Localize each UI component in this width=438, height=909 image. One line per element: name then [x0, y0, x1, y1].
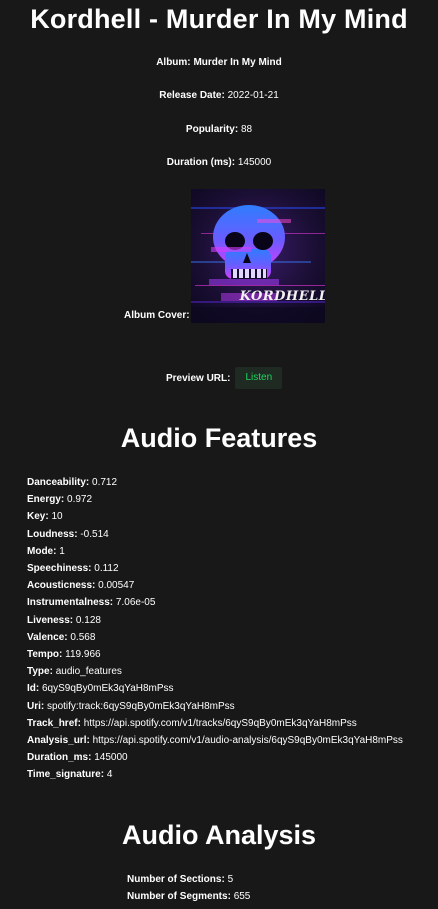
- feature-key: Id:: [27, 683, 40, 695]
- preview-url-label: Preview URL:: [166, 372, 231, 384]
- feature-key: Key:: [27, 511, 49, 523]
- popularity-label: Popularity:: [185, 124, 239, 135]
- feature-row: Speechiness: 0.112: [27, 560, 403, 577]
- segments-label: Number of Segments:: [127, 891, 231, 903]
- feature-row: Loudness: -0.514: [27, 526, 403, 543]
- segments-value: 655: [233, 891, 251, 903]
- feature-key: Tempo:: [27, 649, 63, 661]
- feature-row: Analysis_url: https://api.spotify.com/v1…: [27, 732, 403, 749]
- album-cover-art: KORDHELL: [190, 189, 325, 323]
- feature-row: Energy: 0.972: [27, 491, 403, 508]
- feature-key: Danceability:: [27, 477, 90, 488]
- popularity-value: 88: [240, 124, 253, 135]
- feature-value: 0.128: [75, 614, 101, 626]
- album-cover-image: KORDHELL: [190, 189, 325, 323]
- feature-value: 0.112: [94, 563, 119, 575]
- feature-key: Instrumentalness:: [27, 597, 114, 609]
- feature-row: Type: audio_features: [27, 663, 403, 680]
- track-title: Kordhell - Murder In My Mind: [30, 4, 408, 34]
- feature-value: 145000: [94, 752, 128, 764]
- feature-value: 119.966: [65, 649, 101, 661]
- album-cover-row: Album Cover: KORDHELL: [124, 189, 325, 323]
- feature-value: 4: [106, 769, 113, 781]
- popularity-row: Popularity: 88: [0, 123, 438, 136]
- feature-row: Uri: spotify:track:6qyS9qBy0mEk3qYaH8mPs…: [27, 698, 403, 715]
- feature-value: 6qyS9qBy0mEk3qYaH8mPss: [42, 683, 174, 695]
- audio-features-list: Danceability: 0.712 Energy: 0.972 Key: 10 L…: [27, 474, 403, 784]
- segments-row: Number of Segments: 655: [127, 888, 250, 905]
- album-row: Album: Murder In My Mind: [0, 56, 438, 69]
- feature-key: Analysis_url:: [27, 735, 90, 747]
- feature-row: Instrumentalness: 7.06e-05: [27, 594, 403, 611]
- feature-value: -0.514: [80, 528, 109, 540]
- feature-key: Speechiness:: [27, 563, 92, 575]
- feature-value: spotify:track:6qyS9qBy0mEk3qYaH8mPss: [47, 700, 235, 712]
- feature-value: 0.712: [92, 477, 118, 488]
- duration-row: Duration (ms): 145000: [0, 156, 438, 169]
- feature-row: Duration_ms: 145000: [27, 749, 403, 766]
- feature-value: 7.06e-05: [115, 597, 156, 609]
- sections-label: Number of Sections:: [127, 874, 225, 885]
- album-value: Murder In My Mind: [193, 57, 282, 68]
- feature-row: Key: 10: [27, 508, 403, 525]
- feature-key: Energy:: [27, 494, 65, 506]
- feature-value: 1: [59, 545, 65, 557]
- audio-analysis-heading: Audio Analysis: [121, 820, 317, 850]
- feature-value: 0.00547: [98, 580, 135, 592]
- duration-label: Duration (ms):: [166, 157, 236, 168]
- album-label: Album:: [156, 57, 191, 68]
- audio-features-heading: Audio Features: [120, 423, 318, 453]
- feature-key: Mode:: [27, 545, 57, 557]
- feature-value: https://api.spotify.com/v1/tracks/6qyS9q…: [83, 717, 357, 729]
- feature-row: Danceability: 0.712: [27, 474, 403, 491]
- feature-value: 10: [51, 511, 63, 523]
- release-date-value: 2022-01-21: [227, 90, 279, 101]
- sections-value: 5: [227, 874, 234, 885]
- release-date-row: Release Date: 2022-01-21: [0, 89, 438, 102]
- feature-key: Type:: [27, 666, 53, 678]
- feature-key: Track_href:: [27, 717, 81, 729]
- album-cover-label: Album Cover:: [124, 310, 190, 321]
- feature-key: Liveness:: [27, 614, 74, 626]
- duration-value: 145000: [237, 157, 272, 168]
- audio-analysis-list: Number of Sections: 5 Number of Segments…: [127, 871, 250, 905]
- feature-value: audio_features: [55, 666, 122, 678]
- feature-row: Id: 6qyS9qBy0mEk3qYaH8mPss: [27, 680, 403, 697]
- feature-value: https://api.spotify.com/v1/audio-analysi…: [92, 735, 403, 747]
- feature-row: Tempo: 119.966: [27, 646, 403, 663]
- feature-row: Mode: 1: [27, 543, 403, 560]
- feature-value: 0.972: [67, 494, 93, 506]
- feature-row: Liveness: 0.128: [27, 612, 403, 629]
- feature-row: Track_href: https://api.spotify.com/v1/t…: [27, 715, 403, 732]
- sections-row: Number of Sections: 5: [127, 871, 250, 888]
- feature-key: Acousticness:: [27, 580, 96, 592]
- album-cover-logo-text: KORDHELL: [238, 289, 324, 304]
- feature-key: Time_signature:: [27, 769, 105, 781]
- preview-row: Preview URL: Listen: [166, 367, 283, 389]
- feature-row: Time_signature: 4: [27, 766, 403, 783]
- feature-key: Valence:: [27, 631, 68, 643]
- feature-row: Acousticness: 0.00547: [27, 577, 403, 594]
- feature-key: Uri:: [27, 700, 45, 712]
- track-page: Kordhell - Murder In My Mind Album: Murd…: [0, 0, 438, 909]
- feature-key: Duration_ms:: [27, 752, 92, 764]
- feature-row: Valence: 0.568: [27, 629, 403, 646]
- feature-value: 0.568: [70, 631, 96, 643]
- listen-link[interactable]: Listen: [235, 367, 283, 389]
- release-date-label: Release Date:: [159, 90, 225, 101]
- feature-key: Loudness:: [27, 528, 78, 540]
